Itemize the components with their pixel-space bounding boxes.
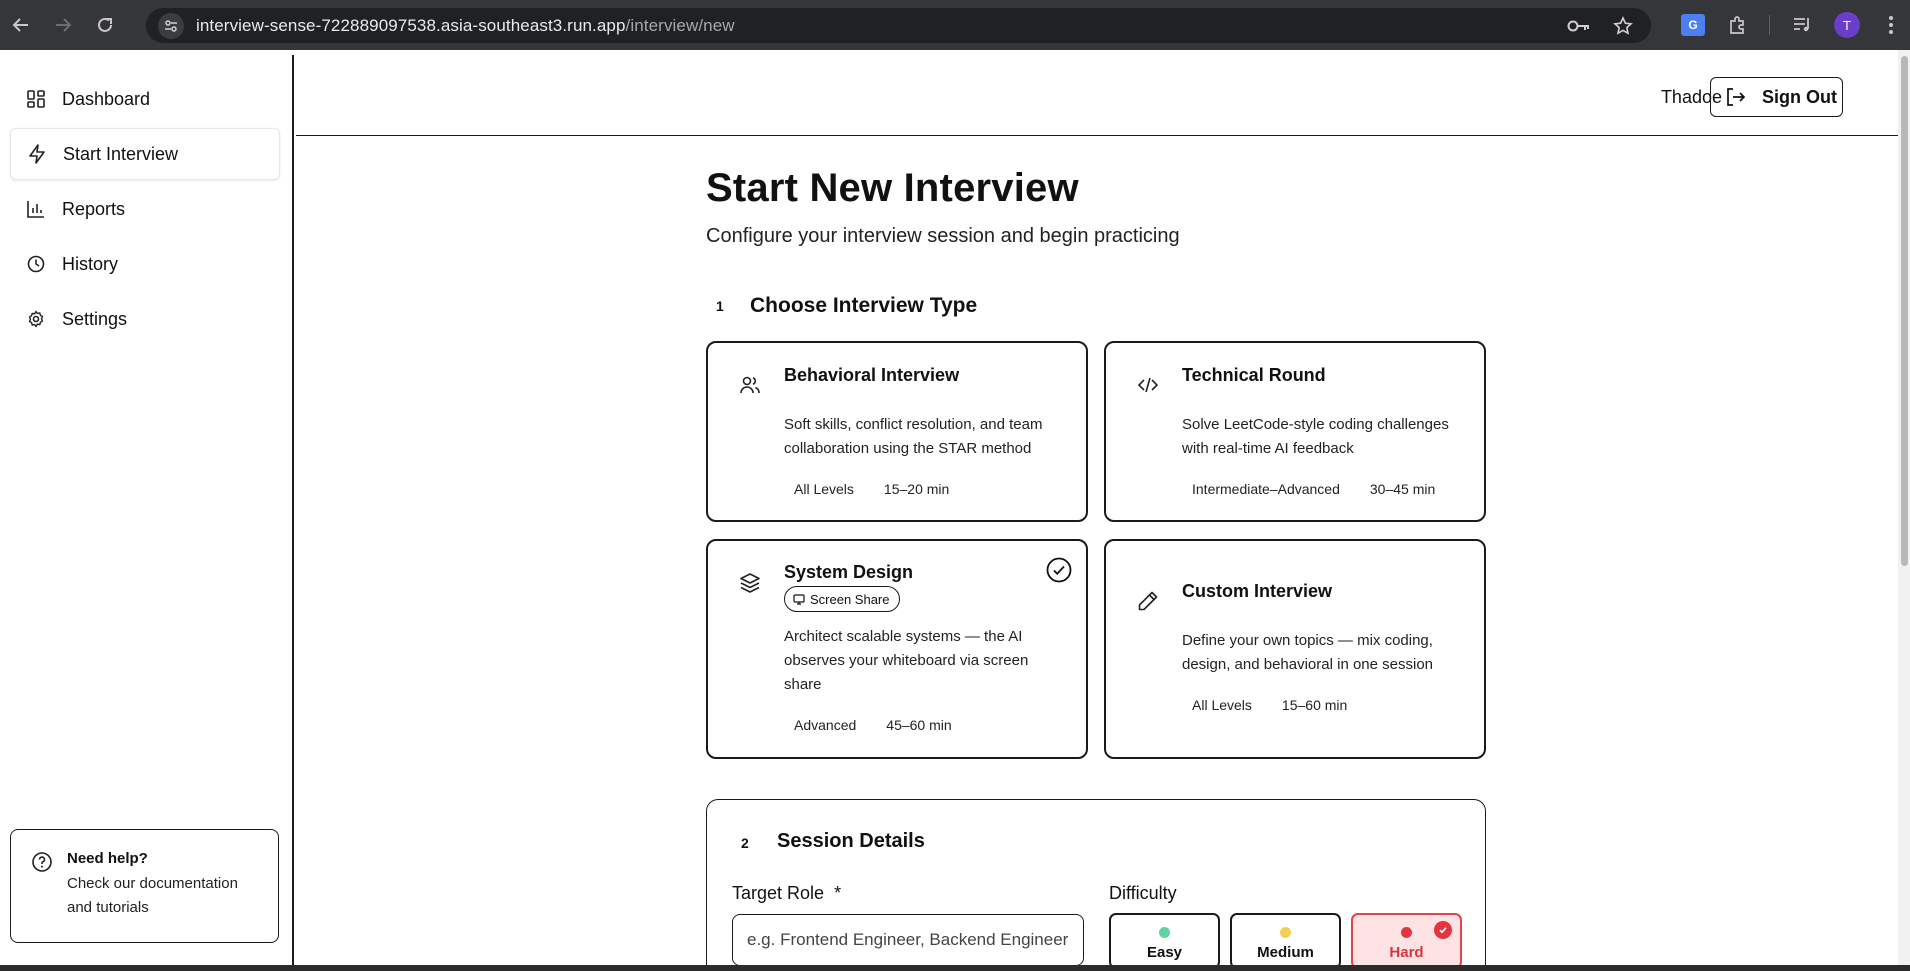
card-tags: Intermediate–Advanced 30–45 min xyxy=(1192,481,1435,497)
level-tag: Intermediate–Advanced xyxy=(1192,481,1340,497)
card-description: Define your own topics — mix coding, des… xyxy=(1182,632,1434,673)
difficulty-option-label: Medium xyxy=(1257,944,1314,961)
sign-out-label: Sign Out xyxy=(1762,86,1837,107)
difficulty-option-label: Hard xyxy=(1389,944,1424,961)
reload-button[interactable] xyxy=(84,0,126,50)
duration-tag: 15–20 min xyxy=(883,481,950,497)
layers-icon xyxy=(740,573,760,593)
card-tags: All Levels 15–20 min xyxy=(794,481,949,497)
sidebar-item-label: History xyxy=(62,253,119,274)
clock-icon xyxy=(25,253,47,275)
help-circle-icon xyxy=(32,852,52,872)
difficulty-medium-button[interactable]: Medium xyxy=(1230,913,1341,969)
site-info-icon[interactable] xyxy=(158,12,184,39)
scrollbar-thumb[interactable] xyxy=(1901,56,1908,566)
users-icon xyxy=(740,376,760,394)
bar-chart-icon xyxy=(25,198,47,220)
difficulty-option-label: Easy xyxy=(1146,944,1183,961)
kebab-menu-icon[interactable] xyxy=(1888,15,1894,35)
logout-icon xyxy=(1727,88,1746,106)
url-path: /interview/new xyxy=(625,15,735,35)
sidebar-item-dashboard[interactable]: Dashboard xyxy=(10,73,280,125)
easy-dot xyxy=(1159,927,1170,938)
duration-tag: 15–60 min xyxy=(1281,697,1348,713)
hard-dot xyxy=(1401,927,1412,938)
interview-type-card-custom[interactable]: Custom Interview Define your own topics … xyxy=(1104,539,1486,759)
arrow-left-icon xyxy=(12,18,28,32)
url-text: interview-sense-722889097538.asia-southe… xyxy=(196,16,735,36)
code-icon xyxy=(1137,377,1159,393)
duration-tag: 30–45 min xyxy=(1369,481,1436,497)
card-title: System Design xyxy=(784,562,914,582)
sidebar-item-reports[interactable]: Reports xyxy=(10,183,280,235)
lightning-icon xyxy=(26,143,48,165)
card-description: Solve LeetCode-style coding challenges w… xyxy=(1182,416,1449,457)
sidebar-item-settings[interactable]: Settings xyxy=(10,293,280,345)
key-icon[interactable] xyxy=(1567,19,1591,33)
card-description: Architect scalable systems — the AI obse… xyxy=(784,628,1029,693)
help-text: Check our documentation and tutorials xyxy=(67,875,238,916)
card-title: Behavioral Interview xyxy=(784,365,960,385)
dashboard-icon xyxy=(25,88,47,110)
required-mark: * xyxy=(834,883,842,903)
sidebar-item-label: Start Interview xyxy=(63,143,179,164)
extensions-icon[interactable] xyxy=(1727,15,1747,35)
sidebar-item-label: Settings xyxy=(62,308,128,329)
page-subtitle: Configure your interview session and beg… xyxy=(706,225,1180,247)
card-title: Custom Interview xyxy=(1182,581,1333,601)
page-title: Start New Interview xyxy=(706,166,1079,210)
session-details-panel: 2 Session Details Target Role * Difficul… xyxy=(706,799,1486,971)
interview-type-card-behavioral[interactable]: Behavioral Interview Soft skills, confli… xyxy=(706,341,1088,522)
media-queue-icon[interactable] xyxy=(1792,16,1812,34)
gear-icon xyxy=(25,308,47,330)
sign-out-button[interactable]: Sign Out xyxy=(1710,77,1843,117)
top-header: Thadoe Sign Out xyxy=(296,55,1898,136)
difficulty-label: Difficulty xyxy=(1109,883,1177,903)
step-title: Session Details xyxy=(777,830,925,852)
screen-share-badge: Screen Share xyxy=(784,586,900,612)
sidebar-item-start-interview[interactable]: Start Interview xyxy=(10,128,280,180)
url-host: interview-sense-722889097538.asia-southe… xyxy=(196,15,626,35)
monitor-icon xyxy=(793,593,805,605)
sidebar-item-label: Reports xyxy=(62,198,126,219)
step-number: 1 xyxy=(716,298,724,314)
target-role-input[interactable] xyxy=(732,914,1084,966)
check-circle-icon xyxy=(1046,557,1072,583)
interview-type-card-system-design[interactable]: System Design Screen Share Architect sca… xyxy=(706,539,1088,759)
card-tags: All Levels 15–60 min xyxy=(1192,697,1347,713)
forward-button[interactable] xyxy=(42,0,84,50)
sidebar-item-history[interactable]: History xyxy=(10,238,280,290)
check-icon xyxy=(1434,921,1452,939)
pencil-icon xyxy=(1138,591,1158,611)
reload-icon xyxy=(98,17,112,32)
card-tags: Advanced 45–60 min xyxy=(794,717,952,733)
help-box[interactable]: Need help? Check our documentation and t… xyxy=(10,829,279,943)
card-description: Soft skills, conflict resolution, and te… xyxy=(784,416,1043,457)
sidebar: Dashboard Start Interview Reports Histor… xyxy=(0,55,294,971)
help-title: Need help? xyxy=(67,850,148,867)
level-tag: All Levels xyxy=(1192,697,1252,713)
step-title: Choose Interview Type xyxy=(750,294,978,317)
target-role-label: Target Role * xyxy=(732,883,842,903)
star-icon[interactable] xyxy=(1613,15,1633,36)
profile-avatar[interactable]: T xyxy=(1834,12,1860,38)
sidebar-item-label: Dashboard xyxy=(62,88,151,109)
step-number: 2 xyxy=(741,835,749,851)
interview-type-card-technical[interactable]: Technical Round Solve LeetCode-style cod… xyxy=(1104,341,1486,522)
difficulty-hard-button[interactable]: Hard xyxy=(1351,913,1462,969)
toolbar-separator xyxy=(1769,15,1770,35)
browser-toolbar: interview-sense-722889097538.asia-southe… xyxy=(0,0,1910,50)
medium-dot xyxy=(1280,927,1291,938)
difficulty-easy-button[interactable]: Easy xyxy=(1109,913,1220,969)
level-tag: All Levels xyxy=(794,481,854,497)
arrow-right-icon xyxy=(56,18,72,32)
back-button[interactable] xyxy=(0,0,42,50)
card-title: Technical Round xyxy=(1182,365,1326,385)
translate-icon[interactable]: G xyxy=(1681,14,1705,36)
level-tag: Advanced xyxy=(794,717,857,733)
badge-label: Screen Share xyxy=(810,591,890,607)
duration-tag: 45–60 min xyxy=(886,717,952,733)
address-bar[interactable]: interview-sense-722889097538.asia-southe… xyxy=(146,8,1651,43)
window-bottom-edge xyxy=(0,965,1910,971)
